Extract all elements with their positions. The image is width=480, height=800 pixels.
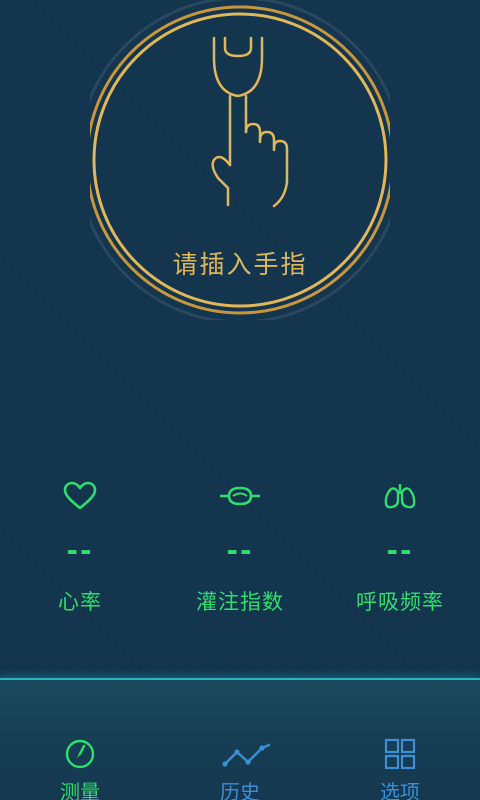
gauge-icon [65, 739, 95, 769]
metric-respiration-rate: -- 呼吸频率 [320, 470, 480, 630]
tab-options[interactable]: 选项 [320, 680, 480, 800]
tab-history-label: 历史 [220, 780, 260, 800]
heart-icon [63, 481, 97, 510]
respiration-rate-label: 呼吸频率 [356, 590, 444, 614]
finger-probe: 请插入手指 [90, 0, 390, 320]
metric-heart-rate: -- 心率 [0, 470, 160, 630]
respiration-rate-value: -- [386, 534, 414, 567]
tab-measure-label: 测量 [60, 780, 100, 800]
perfusion-index-value: -- [226, 534, 254, 567]
bottom-tab-bar: 测量 历史 选项 [0, 678, 480, 800]
insert-finger-prompt: 请插入手指 [172, 250, 308, 279]
metrics-panel: -- 心率 -- 灌注指数 -- 呼吸频率 [0, 470, 480, 630]
lungs-icon [384, 484, 416, 509]
heart-rate-label: 心率 [58, 590, 102, 614]
tab-measure[interactable]: 测量 [0, 680, 160, 800]
tab-history[interactable]: 历史 [160, 680, 320, 800]
heart-rate-value: -- [66, 534, 94, 567]
metric-perfusion-index: -- 灌注指数 [160, 470, 320, 630]
tab-options-label: 选项 [380, 780, 420, 800]
perfusion-icon [220, 486, 260, 506]
trend-line-icon [222, 743, 270, 767]
finger-icon [211, 36, 289, 208]
grid-icon [384, 738, 416, 770]
perfusion-index-label: 灌注指数 [196, 590, 284, 614]
